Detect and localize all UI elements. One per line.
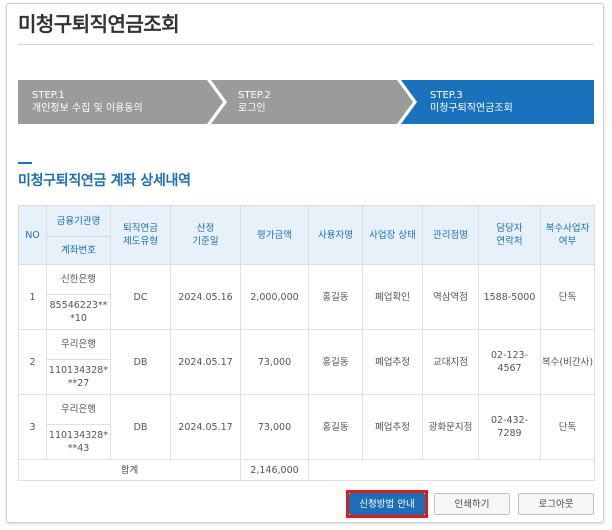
- print-button[interactable]: 인쇄하기: [434, 493, 510, 515]
- header-status: 사업장 상태: [362, 205, 423, 265]
- total-empty: [308, 459, 595, 481]
- cell-contact: 02-123-4567: [478, 329, 541, 395]
- step-2-label: 로그인: [238, 103, 266, 114]
- cell-date: 2024.05.17: [170, 394, 241, 460]
- cell-account: 85546223** *10: [46, 294, 111, 330]
- cell-amount: 73,000: [240, 394, 309, 460]
- header-branch: 관리점명: [422, 205, 479, 265]
- cell-multi: 복수(비간사): [540, 329, 595, 395]
- header-employer: 사용자명: [308, 205, 363, 265]
- cell-multi: 단독: [540, 394, 595, 460]
- total-label: 합계: [18, 459, 241, 481]
- step-1: STEP.1 개인정보 수집 및 이용동의: [18, 80, 224, 124]
- cell-status: 폐업추정: [362, 329, 423, 395]
- header-amount: 평가금액: [240, 205, 309, 265]
- step-3-number: STEP.3: [430, 90, 463, 101]
- header-date: 산정 기준일: [170, 205, 241, 265]
- step-3-active: STEP.3 미청구퇴직연금조회: [398, 80, 594, 124]
- cell-no: 1: [18, 264, 47, 330]
- header-type: 퇴직연금 제도유형: [110, 205, 171, 265]
- cell-multi: 단독: [540, 264, 595, 330]
- cell-type: DB: [110, 329, 171, 395]
- header-no: NO: [18, 205, 47, 265]
- table-row: 1 신한은행 DC 2024.05.16 2,000,000 홍길동 폐업확인 …: [18, 264, 595, 330]
- page-title: 미청구퇴직연금조회: [18, 12, 180, 36]
- cell-type: DC: [110, 264, 171, 330]
- cell-amount: 2,000,000: [240, 264, 309, 330]
- cell-status: 폐업확인: [362, 264, 423, 330]
- header-account: 계좌번호: [46, 236, 111, 265]
- table-row: 3 우리은행 DB 2024.05.17 73,000 홍길동 폐업추정 광화문…: [18, 394, 595, 460]
- step-indicator: STEP.1 개인정보 수집 및 이용동의 STEP.2 로그인 STEP.3 …: [18, 80, 594, 124]
- header-institution: 금융기관명: [46, 205, 111, 237]
- step-3-label: 미청구퇴직연금조회: [430, 103, 513, 114]
- header-multi: 복수사업자 여부: [540, 205, 595, 265]
- cell-date: 2024.05.16: [170, 264, 241, 330]
- cell-employer: 홍길동: [308, 264, 363, 330]
- header-contact: 담당자 연락처: [478, 205, 541, 265]
- cell-contact: 02-432-7289: [478, 394, 541, 460]
- total-row: 합계 2,146,000: [18, 459, 595, 481]
- cell-employer: 홍길동: [308, 394, 363, 460]
- cell-account: 110134328* **43: [46, 424, 111, 460]
- cell-branch: 광화문지점: [422, 394, 479, 460]
- cell-account: 110134328* **27: [46, 359, 111, 395]
- step-2: STEP.2 로그인: [208, 80, 414, 124]
- account-detail-table: NO 금융기관명 퇴직연금 제도유형 산정 기준일 평가금액 사용자명 사업장 상태…: [18, 205, 595, 481]
- cell-institution: 신한은행: [46, 264, 111, 295]
- cell-status: 폐업추정: [362, 394, 423, 460]
- cell-contact: 1588-5000: [478, 264, 541, 330]
- step-1-label: 개인정보 수집 및 이용동의: [32, 103, 143, 114]
- total-amount: 2,146,000: [240, 459, 309, 481]
- highlight-box: [346, 490, 428, 518]
- cell-no: 2: [18, 329, 47, 395]
- cell-branch: 역삼역점: [422, 264, 479, 330]
- step-1-number: STEP.1: [32, 90, 65, 101]
- cell-no: 3: [18, 394, 47, 460]
- cell-institution: 우리은행: [46, 394, 111, 425]
- cell-date: 2024.05.17: [170, 329, 241, 395]
- logout-button[interactable]: 로그아웃: [518, 493, 594, 515]
- cell-employer: 홍길동: [308, 329, 363, 395]
- section-accent-bar: [18, 162, 32, 164]
- cell-branch: 교대지점: [422, 329, 479, 395]
- table-row: 2 우리은행 DB 2024.05.17 73,000 홍길동 폐업추정 교대지…: [18, 329, 595, 395]
- cell-type: DB: [110, 394, 171, 460]
- step-2-number: STEP.2: [238, 90, 271, 101]
- cell-amount: 73,000: [240, 329, 309, 395]
- cell-institution: 우리은행: [46, 329, 111, 360]
- section-title: 미청구퇴직연금 계좌 상세내역: [18, 173, 191, 189]
- title-divider: [18, 44, 594, 45]
